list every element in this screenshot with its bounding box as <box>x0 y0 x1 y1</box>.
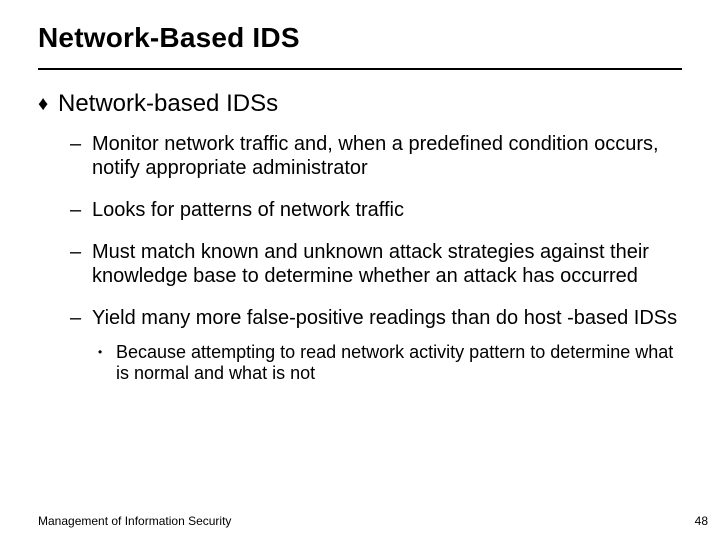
bullet-text: Network-based IDSs <box>58 90 278 118</box>
bullet-text: Because attempting to read network activ… <box>116 342 682 384</box>
slide: Network-Based IDS ♦ Network-based IDSs –… <box>0 0 720 540</box>
bullet-level3: • Because attempting to read network act… <box>38 342 682 384</box>
dash-icon: – <box>70 240 92 288</box>
bullet-text: Yield many more false-positive readings … <box>92 306 677 330</box>
bullet-level1: ♦ Network-based IDSs <box>38 90 682 118</box>
dash-icon: – <box>70 198 92 222</box>
bullet-text: Monitor network traffic and, when a pred… <box>92 132 682 180</box>
slide-content: ♦ Network-based IDSs – Monitor network t… <box>0 70 720 384</box>
diamond-icon: ♦ <box>38 90 58 118</box>
page-number: 48 <box>695 514 708 528</box>
bullet-text: Looks for patterns of network traffic <box>92 198 404 222</box>
bullet-text: Must match known and unknown attack stra… <box>92 240 682 288</box>
bullet-level2: – Looks for patterns of network traffic <box>38 198 682 222</box>
bullet-level2: – Monitor network traffic and, when a pr… <box>38 132 682 180</box>
dash-icon: – <box>70 132 92 180</box>
dash-icon: – <box>70 306 92 330</box>
footer-source: Management of Information Security <box>38 514 231 528</box>
bullet-level2: – Must match known and unknown attack st… <box>38 240 682 288</box>
slide-title: Network-Based IDS <box>0 0 720 54</box>
dot-icon: • <box>98 342 116 384</box>
bullet-level2: – Yield many more false-positive reading… <box>38 306 682 330</box>
